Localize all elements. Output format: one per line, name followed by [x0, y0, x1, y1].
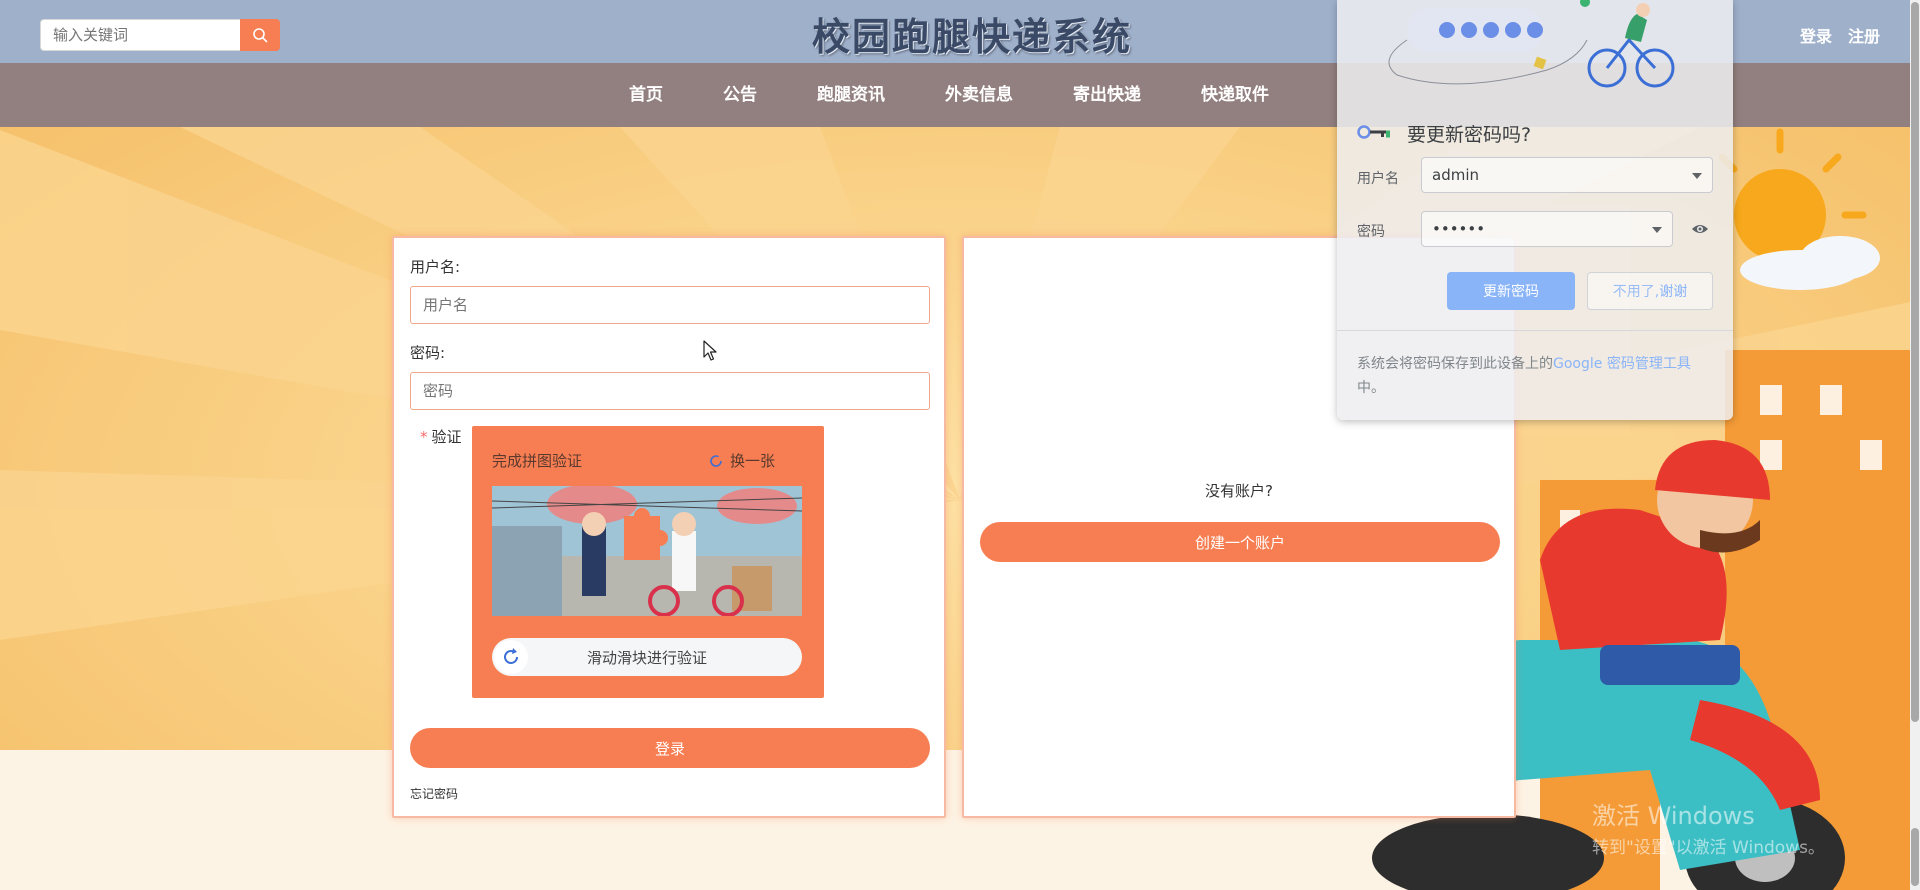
verify-label: * 验证 [420, 426, 462, 447]
popup-title: 要更新密码吗? [1407, 124, 1532, 146]
chevron-down-icon [1692, 173, 1702, 179]
scrollbar-thumb-lower[interactable] [1911, 828, 1919, 886]
slider-text: 滑动滑块进行验证 [586, 649, 707, 667]
nav-item-takeout-info[interactable]: 外卖信息 [930, 63, 1028, 127]
popup-footer-part2: 中。 [1357, 380, 1385, 396]
dismiss-label-part2: 谢谢 [1659, 284, 1688, 300]
nav-item-home[interactable]: 首页 [614, 63, 678, 127]
puzzle-captcha: 完成拼图验证 换一张 滑动滑块进行验证 [472, 426, 824, 698]
chevron-down-icon [1652, 227, 1662, 233]
eye-icon[interactable] [1691, 222, 1709, 236]
nav-item-send-express[interactable]: 寄出快递 [1058, 63, 1156, 127]
login-form: 用户名: 密码: *验证 完成拼图验证 换一张 [392, 236, 946, 818]
auth-links: 登录 注册 [1800, 23, 1880, 47]
key-icon [1357, 125, 1390, 139]
password-input[interactable] [410, 372, 930, 410]
username-input[interactable] [410, 286, 930, 324]
no-account-text: 没有账户? [1205, 482, 1273, 500]
forgot-password-link[interactable]: 忘记密码 [410, 785, 458, 802]
create-account-button[interactable]: 创建一个账户 [980, 522, 1500, 562]
captcha-refresh-link[interactable]: 换一张 [708, 450, 775, 471]
captcha-image [492, 486, 802, 616]
login-button[interactable]: 登录 [410, 728, 930, 768]
windows-activation-watermark: 激活 Windows 转到"设置"以激活 Windows。 [1592, 796, 1825, 858]
nav-item-errand-news[interactable]: 跑腿资讯 [802, 63, 900, 127]
header-register-link[interactable]: 注册 [1848, 23, 1880, 47]
popup-footer-part1: 系统会将密码保存到此设备上的 [1357, 356, 1553, 372]
captcha-slider[interactable]: 滑动滑块进行验证 [492, 638, 802, 676]
update-password-button[interactable]: 更新密码 [1447, 272, 1575, 310]
watermark-line2: 转到"设置"以激活 Windows。 [1592, 838, 1825, 858]
popup-password-select[interactable]: •••••• [1421, 211, 1673, 247]
captcha-title: 完成拼图验证 [492, 452, 583, 470]
verify-label-text: 验证 [431, 428, 462, 446]
watermark-line1: 激活 Windows [1592, 802, 1755, 830]
popup-password-label: 密码 [1357, 224, 1385, 240]
popup-username-label: 用户名 [1357, 171, 1399, 187]
required-mark: * [420, 428, 428, 446]
cyclist-illustration [1388, 0, 1675, 88]
popup-username-select[interactable]: admin [1421, 157, 1713, 193]
nav-item-pickup-express[interactable]: 快递取件 [1186, 63, 1284, 127]
popup-footer-text: 系统会将密码保存到此设备上的Google 密码管理工具中。 [1357, 352, 1717, 400]
nav-item-announcements[interactable]: 公告 [708, 63, 772, 127]
refresh-icon [710, 454, 722, 467]
dismiss-label-part1: 不用了, [1612, 284, 1660, 300]
popup-username-value: admin [1432, 166, 1479, 184]
popup-divider [1337, 330, 1733, 331]
password-update-popup: 要更新密码吗? 用户名 admin 密码 •••••• 更新密码 不用了,谢谢 … [1337, 0, 1733, 420]
scrollbar-thumb[interactable] [1911, 2, 1919, 722]
dismiss-button[interactable]: 不用了,谢谢 [1587, 272, 1713, 310]
username-label: 用户名: [410, 258, 461, 276]
page-scrollbar[interactable] [1910, 0, 1920, 890]
mouse-cursor-icon [703, 340, 717, 361]
google-password-manager-link[interactable]: Google 密码管理工具 [1553, 356, 1691, 372]
captcha-refresh-label: 换一张 [730, 452, 776, 470]
popup-password-value: •••••• [1432, 220, 1486, 238]
header-login-link[interactable]: 登录 [1800, 23, 1832, 47]
password-label: 密码: [410, 344, 446, 362]
